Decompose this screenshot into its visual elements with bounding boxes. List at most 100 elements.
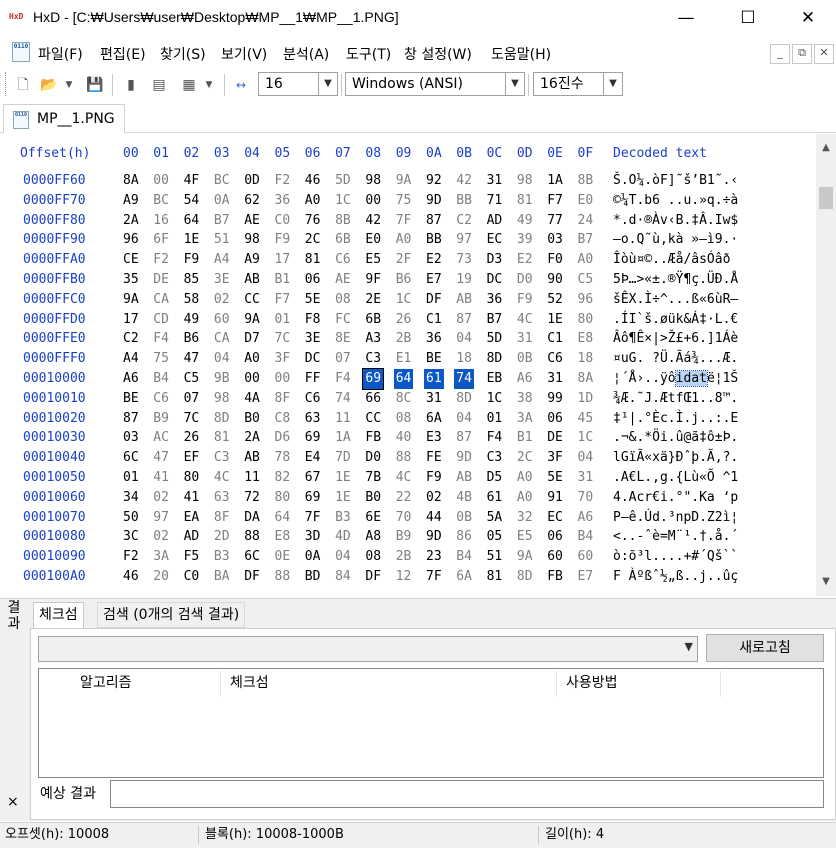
- hex-byte-cell[interactable]: A6: [576, 508, 596, 528]
- decoded-text-row[interactable]: lGïÃ«xä}Ðˆþ.Ã,?.: [613, 448, 811, 468]
- hex-byte-cell[interactable]: 07: [182, 389, 202, 409]
- hex-byte-cell[interactable]: AD: [182, 527, 202, 547]
- hex-byte-cell[interactable]: 19: [454, 270, 474, 290]
- hex-vertical-scrollbar[interactable]: ▲ ▼: [816, 134, 836, 596]
- hex-byte-cell[interactable]: 2E: [363, 290, 383, 310]
- hex-byte-cell[interactable]: 8B: [333, 211, 353, 231]
- hex-byte-cell[interactable]: 11: [242, 468, 262, 488]
- hex-byte-cell[interactable]: 72: [242, 488, 262, 508]
- hex-byte-cell[interactable]: 46: [303, 171, 323, 191]
- hex-byte-cell[interactable]: 62: [242, 191, 262, 211]
- hex-byte-cell[interactable]: B6: [394, 270, 414, 290]
- decoded-text-row[interactable]: ‡¹|.°Èc.Ì.j..:.E: [613, 409, 811, 429]
- hex-byte-cell[interactable]: C2: [454, 211, 474, 231]
- hex-byte-cell[interactable]: 81: [303, 250, 323, 270]
- hex-byte-cell[interactable]: A0: [515, 468, 535, 488]
- hex-byte-cell[interactable]: 70: [576, 488, 596, 508]
- offset-base-select[interactable]: 16진수 ▼: [533, 72, 623, 96]
- open-dropdown-chevron-icon[interactable]: ▼: [60, 75, 78, 95]
- paste-icon[interactable]: ▦: [180, 75, 198, 95]
- file-tab[interactable]: 0110 MP__1.PNG: [3, 104, 125, 133]
- hex-byte-cell[interactable]: 44: [424, 508, 444, 528]
- hex-byte-cell[interactable]: 08: [363, 547, 383, 567]
- hex-byte-cell[interactable]: DE: [151, 270, 171, 290]
- cut-icon[interactable]: ▮: [122, 75, 140, 95]
- hex-byte-cell[interactable]: EF: [182, 448, 202, 468]
- hex-byte-cell[interactable]: 51: [212, 230, 232, 250]
- hex-byte-cell[interactable]: 49: [182, 310, 202, 330]
- hex-byte-cell[interactable]: BC: [151, 191, 171, 211]
- hex-byte-cell[interactable]: E4: [303, 448, 323, 468]
- hex-byte-cell[interactable]: 08: [394, 409, 414, 429]
- hex-byte-cell[interactable]: 02: [151, 488, 171, 508]
- hex-byte-cell[interactable]: 63: [303, 409, 323, 429]
- hex-byte-cell[interactable]: D0: [363, 448, 383, 468]
- hex-byte-cell[interactable]: AB: [454, 290, 474, 310]
- hex-byte-cell[interactable]: 52: [545, 290, 565, 310]
- hex-byte-cell[interactable]: 42: [454, 171, 474, 191]
- hex-byte-cell[interactable]: AC: [151, 428, 171, 448]
- hex-byte-cell[interactable]: 6B: [333, 230, 353, 250]
- hex-byte-cell[interactable]: 54: [182, 191, 202, 211]
- decoded-text-row[interactable]: .¬&.*Öi.û@ã‡ô±Þ.: [613, 428, 811, 448]
- hex-byte-cell[interactable]: 85: [182, 270, 202, 290]
- hex-byte-cell[interactable]: 3D: [303, 527, 323, 547]
- hex-byte-cell[interactable]: 67: [303, 468, 323, 488]
- hex-byte-cell[interactable]: B7: [576, 230, 596, 250]
- decoded-text-row[interactable]: –o.Q˜ù,kà »—ì9.·: [613, 230, 811, 250]
- hex-byte-cell[interactable]: 03: [545, 230, 565, 250]
- hex-byte-cell[interactable]: 1E: [333, 468, 353, 488]
- hex-byte-cell[interactable]: 0E: [273, 547, 293, 567]
- hex-byte-cell[interactable]: 5A: [485, 508, 505, 528]
- hex-byte-cell[interactable]: C5: [576, 270, 596, 290]
- hex-byte-cell[interactable]: 4F: [182, 171, 202, 191]
- hex-byte-cell[interactable]: 3E: [212, 270, 232, 290]
- hex-byte-cell[interactable]: 60: [545, 547, 565, 567]
- hex-byte-cell[interactable]: 6A: [424, 409, 444, 429]
- hex-byte-cell[interactable]: 8F: [273, 389, 293, 409]
- hex-byte-cell[interactable]: B4: [151, 369, 171, 389]
- column-header-checksum[interactable]: 체크섬: [230, 670, 269, 696]
- hex-byte-cell[interactable]: 8D: [515, 567, 535, 587]
- hex-byte-cell[interactable]: E3: [424, 428, 444, 448]
- hex-byte-cell[interactable]: F9: [273, 230, 293, 250]
- hex-byte-cell[interactable]: 97: [151, 508, 171, 528]
- hex-byte-cell[interactable]: D5: [485, 468, 505, 488]
- hex-byte-cell[interactable]: 05: [485, 527, 505, 547]
- hex-byte-cell[interactable]: 90: [545, 270, 565, 290]
- hex-byte-cell[interactable]: A0: [242, 349, 262, 369]
- minimize-button[interactable]: —: [656, 0, 716, 36]
- hex-byte-cell[interactable]: C3: [212, 448, 232, 468]
- hex-byte-cell[interactable]: 2A: [121, 211, 141, 231]
- column-divider[interactable]: [556, 671, 557, 697]
- hex-byte-cell[interactable]: 1C: [576, 428, 596, 448]
- hex-byte-cell[interactable]: D6: [273, 428, 293, 448]
- hex-byte-cell[interactable]: DF: [363, 567, 383, 587]
- hex-byte-cell[interactable]: 0D: [242, 171, 262, 191]
- hex-byte-cell[interactable]: E0: [363, 230, 383, 250]
- hex-byte-cell[interactable]: B1: [515, 428, 535, 448]
- hex-byte-cell[interactable]: F9: [182, 250, 202, 270]
- decoded-text-row[interactable]: 4.Acr€i.°".Ka ‘p: [613, 488, 811, 508]
- hex-byte-cell[interactable]: A0: [394, 230, 414, 250]
- hex-byte-cell[interactable]: 31: [424, 389, 444, 409]
- tab-checksum[interactable]: 체크섬: [33, 602, 84, 628]
- hex-byte-cell[interactable]: F2: [273, 171, 293, 191]
- hex-byte-cell[interactable]: 4C: [515, 310, 535, 330]
- hex-byte-cell[interactable]: AB: [242, 448, 262, 468]
- hex-byte-cell[interactable]: F7: [545, 191, 565, 211]
- scroll-up-arrow-icon[interactable]: ▲: [816, 138, 836, 158]
- hex-byte-cell[interactable]: C1: [424, 310, 444, 330]
- hex-byte-cell[interactable]: C5: [182, 369, 202, 389]
- hex-byte-cell[interactable]: B3: [333, 508, 353, 528]
- hex-byte-cell[interactable]: 4A: [242, 389, 262, 409]
- hex-byte-cell[interactable]: 0A: [212, 191, 232, 211]
- hex-byte-cell[interactable]: BD: [303, 567, 323, 587]
- hex-byte-cell[interactable]: 7F: [424, 567, 444, 587]
- hex-byte-cell[interactable]: E2: [515, 250, 535, 270]
- hex-byte-cell[interactable]: 88: [394, 448, 414, 468]
- hex-byte-cell[interactable]: 9D: [424, 191, 444, 211]
- hex-byte-cell[interactable]: 1E: [545, 310, 565, 330]
- hex-byte-cell[interactable]: 04: [212, 349, 232, 369]
- hex-byte-cell[interactable]: C2: [121, 329, 141, 349]
